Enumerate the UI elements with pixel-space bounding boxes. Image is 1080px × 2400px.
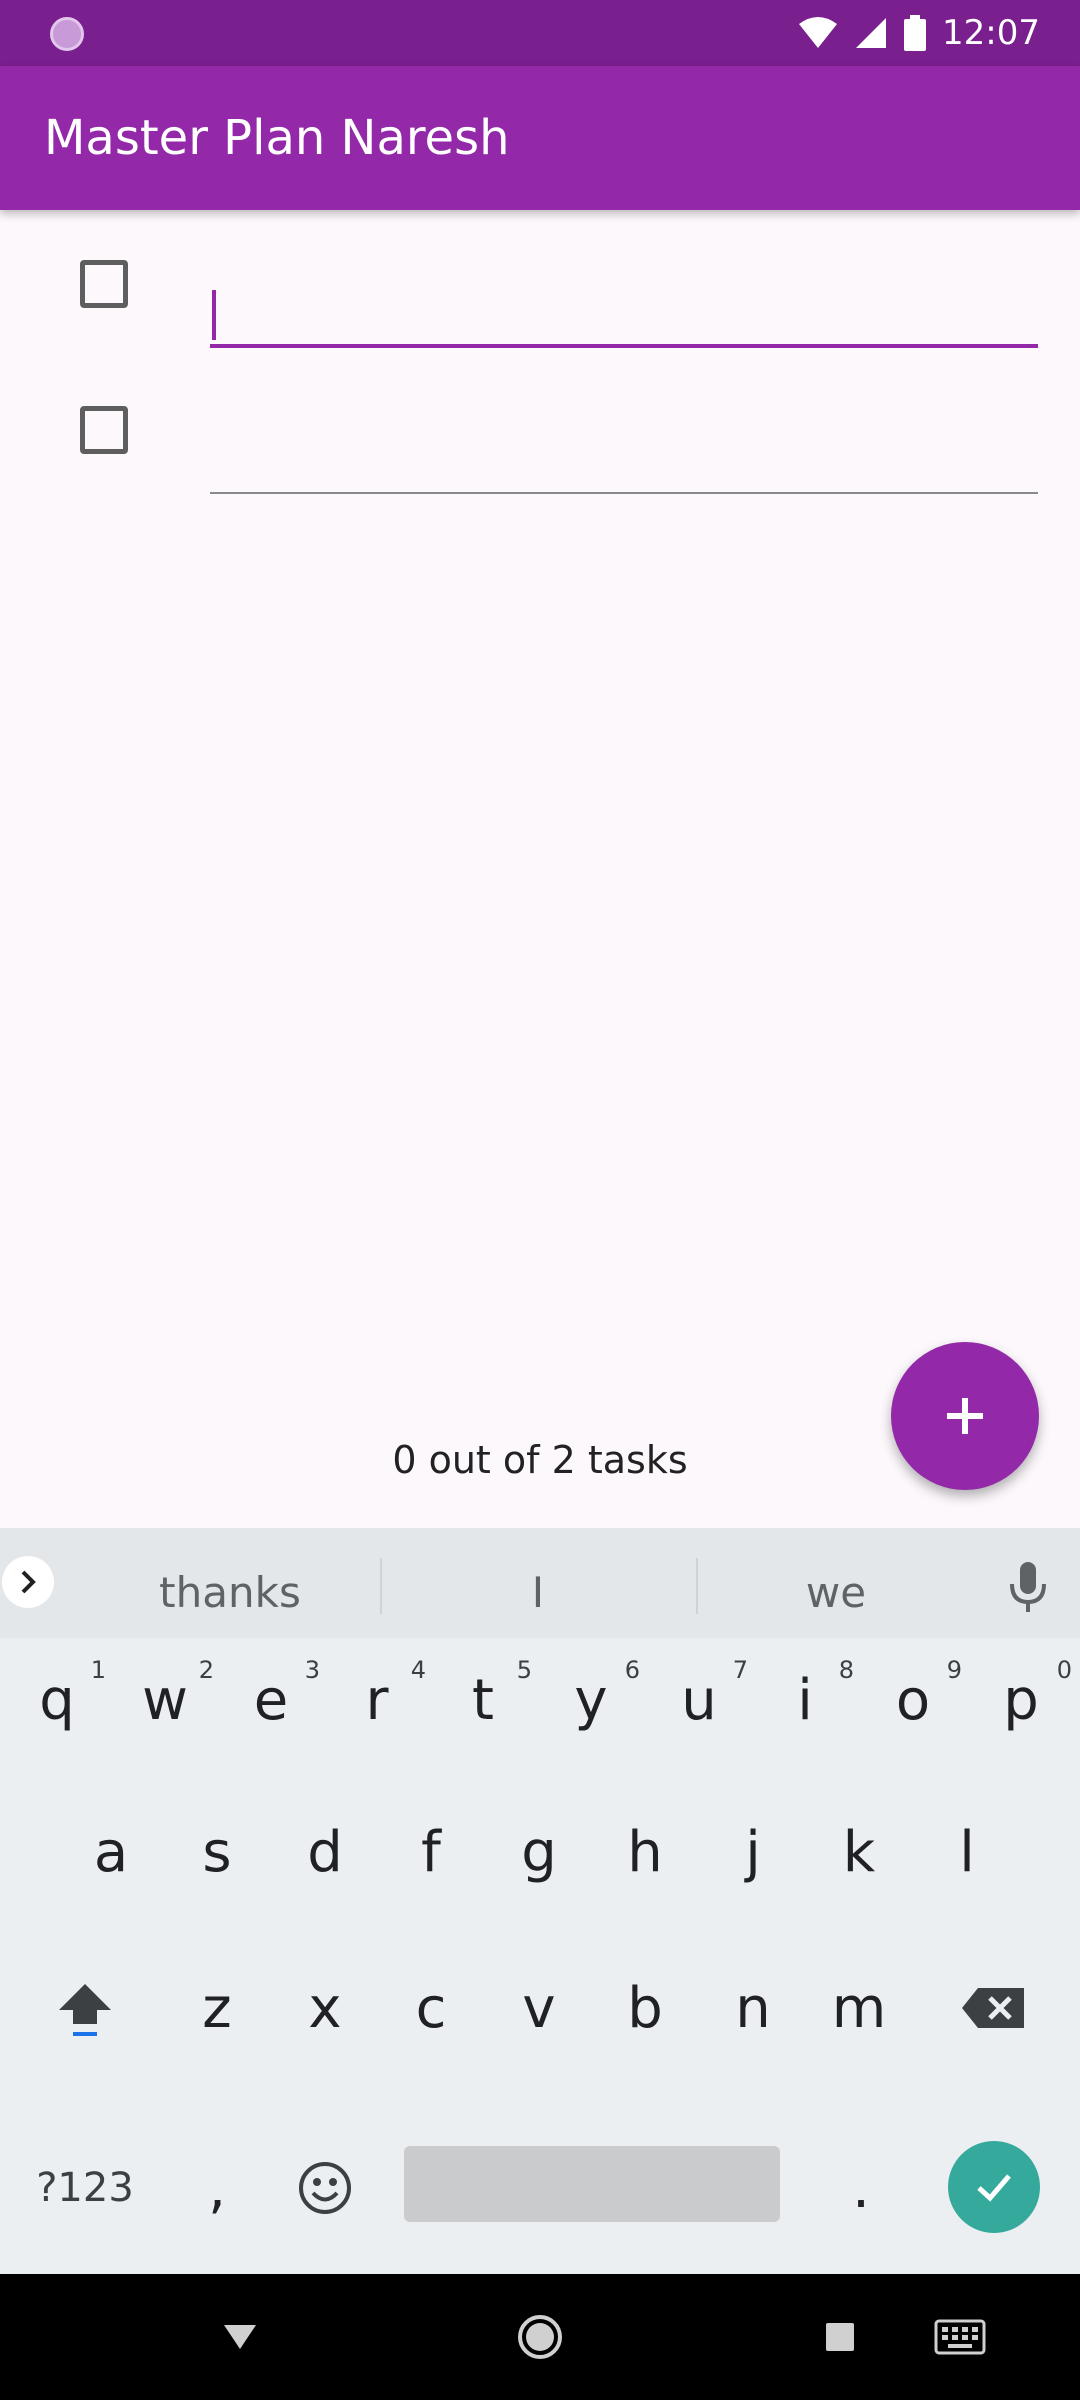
key-u[interactable]: u7 (646, 1640, 752, 1760)
key-i[interactable]: i8 (752, 1640, 858, 1760)
comma-key[interactable]: , (164, 2128, 270, 2248)
key-q[interactable]: q1 (4, 1640, 110, 1760)
shift-key[interactable] (10, 1948, 160, 2068)
key-x[interactable]: x (272, 1948, 378, 2068)
back-button[interactable] (200, 2274, 280, 2400)
task-checkbox[interactable] (80, 260, 128, 308)
key-d[interactable]: d (272, 1792, 378, 1912)
microphone-icon[interactable] (1006, 1560, 1050, 1616)
key-v[interactable]: v (486, 1948, 592, 2068)
chevron-right-icon (21, 1570, 36, 1594)
task-checkbox[interactable] (80, 406, 128, 454)
key-o[interactable]: o9 (860, 1640, 966, 1760)
key-g[interactable]: g (486, 1792, 592, 1912)
suggestion-1[interactable]: thanks (80, 1528, 380, 1638)
key-a[interactable]: a (58, 1792, 164, 1912)
text-cursor (212, 290, 216, 340)
checkmark-icon (977, 2174, 1011, 2202)
page-title: Master Plan Naresh (44, 110, 510, 166)
wifi-icon (799, 17, 838, 48)
plus-icon (947, 1398, 983, 1434)
done-key[interactable] (948, 2141, 1040, 2233)
key-t[interactable]: t5 (430, 1640, 536, 1760)
recents-button[interactable] (800, 2274, 880, 2400)
key-b[interactable]: b (592, 1948, 698, 2068)
task-text-field[interactable] (210, 384, 1038, 494)
backspace-key[interactable] (918, 1948, 1068, 2068)
app-bar: Master Plan Naresh (0, 66, 1080, 210)
task-row (0, 356, 1080, 502)
emoji-key[interactable] (272, 2128, 378, 2248)
status-bar: 12:07 (0, 0, 1080, 66)
home-button[interactable] (500, 2274, 580, 2400)
key-n[interactable]: n (700, 1948, 806, 2068)
navigation-bar (0, 2274, 1080, 2400)
key-y[interactable]: y6 (538, 1640, 644, 1760)
key-p[interactable]: p0 (966, 1640, 1076, 1760)
key-f[interactable]: f (378, 1792, 484, 1912)
notification-icon (50, 17, 84, 51)
expand-suggestions-button[interactable] (2, 1556, 54, 1608)
home-circle-icon (518, 2315, 562, 2359)
key-r[interactable]: r4 (324, 1640, 430, 1760)
key-h[interactable]: h (592, 1792, 698, 1912)
key-m[interactable]: m (806, 1948, 912, 2068)
key-j[interactable]: j (700, 1792, 806, 1912)
key-c[interactable]: c (378, 1948, 484, 2068)
suggestion-2[interactable]: I (380, 1528, 696, 1638)
key-e[interactable]: e3 (218, 1640, 324, 1760)
battery-icon (904, 15, 927, 51)
signal-icon (856, 18, 887, 48)
key-s[interactable]: s (164, 1792, 270, 1912)
add-task-button[interactable] (891, 1342, 1039, 1490)
recents-square-icon (826, 2323, 854, 2351)
soft-keyboard: thanks I we q1 w2 e3 r4 t5 y6 u7 i8 o9 p… (0, 1528, 1080, 2274)
shift-icon (59, 1984, 111, 2036)
backspace-icon (962, 1988, 1024, 2028)
keyboard-switch-button[interactable] (920, 2274, 1000, 2400)
symbols-key[interactable]: ?123 (10, 2128, 160, 2248)
suggestion-3[interactable]: we (696, 1528, 976, 1638)
status-time: 12:07 (942, 13, 1040, 53)
keyboard-icon (934, 2319, 986, 2355)
key-w[interactable]: w2 (112, 1640, 218, 1760)
task-text-field[interactable] (210, 238, 1038, 348)
key-k[interactable]: k (806, 1792, 912, 1912)
space-key[interactable] (404, 2146, 780, 2222)
status-indicators: 12:07 (798, 0, 1040, 66)
task-row (0, 210, 1080, 356)
period-key[interactable]: . (808, 2128, 914, 2248)
key-l[interactable]: l (914, 1792, 1020, 1912)
emoji-icon (299, 2162, 351, 2214)
suggestion-bar: thanks I we (0, 1528, 1080, 1638)
back-triangle-icon (224, 2325, 256, 2349)
key-z[interactable]: z (164, 1948, 270, 2068)
